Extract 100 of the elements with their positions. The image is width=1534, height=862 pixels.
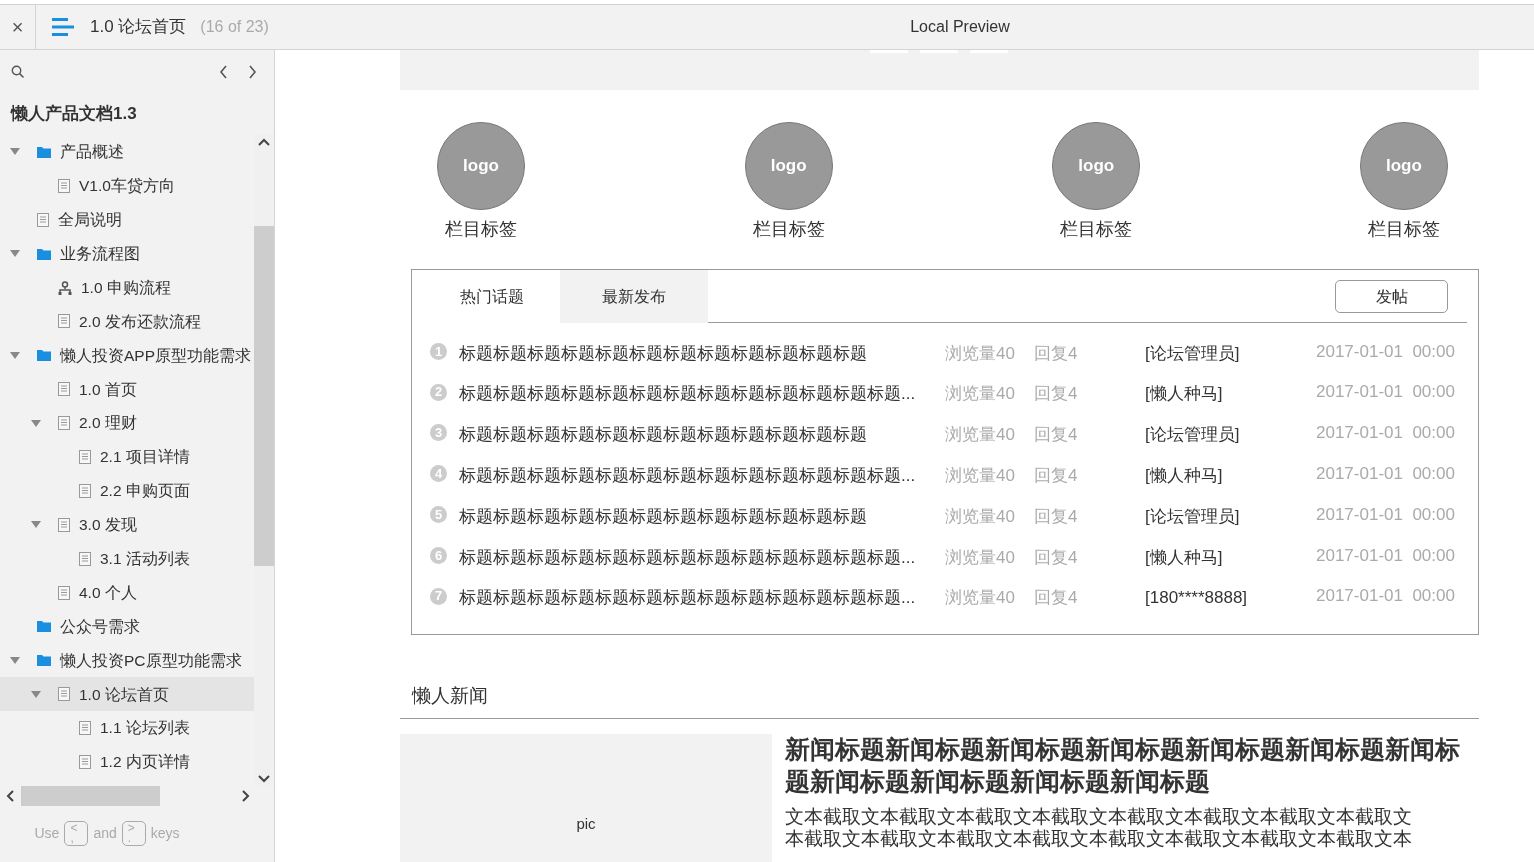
news-title[interactable]: 新闻标题新闻标题新闻标题新闻标题新闻标题新闻标题新闻标题新闻标题新闻标题新闻标题新闻标题 [785,734,1465,798]
view-count: 浏览量40 [945,465,1016,488]
post-time: 2017-01-01 00:00 [1316,340,1455,363]
author-name[interactable]: [论坛管理员] [1145,422,1316,448]
view-count: 浏览量40 [945,383,1016,406]
reply-count: 回复4 [1034,505,1079,528]
tree-item[interactable]: 4.0 个人 [0,575,254,610]
folder-icon [37,654,51,667]
scroll-left-icon[interactable] [6,790,14,802]
tree-item[interactable]: 1.0 申购流程 [0,270,254,305]
preview-title: Local Preview [910,17,1010,37]
post-time: 2017-01-01 00:00 [1316,503,1455,526]
view-count: 浏览量40 [945,424,1016,447]
keyboard-hint: Use [34,823,60,843]
project-title: 懒人产品文档1.3 [11,103,137,126]
tree-item[interactable]: 2.1 项目详情 [0,440,254,474]
scrollbar-thumb[interactable] [21,786,160,806]
page-icon [79,449,91,464]
post-time: 2017-01-01 00:00 [1316,381,1455,404]
menu-icon[interactable] [52,18,74,36]
tree-item[interactable]: V1.0车贷方向 [0,168,254,203]
page-icon [58,382,70,397]
reply-count: 回复4 [1034,383,1079,406]
author-name[interactable]: [懒人种马] [1145,544,1316,571]
tree-item[interactable]: 产品概述 [0,135,254,169]
tree-item[interactable]: 3.0 发现 [0,507,254,542]
author-name[interactable]: [论坛管理员] [1145,340,1316,367]
previous-page-icon[interactable] [219,65,228,79]
page-icon [58,416,70,431]
post-time: 2017-01-01 00:00 [1316,585,1455,608]
post-title[interactable]: 标题标题标题标题标题标题标题标题标题标题标题标题标题... [459,585,945,611]
image-label: pic [576,813,596,834]
page-icon [58,178,70,193]
tab[interactable]: 最新发布 [560,270,708,323]
tree-item[interactable]: 2.0 发布还款流程 [0,304,254,339]
page-icon [79,483,91,498]
author-name[interactable]: [懒人种马] [1145,381,1316,407]
tree-item[interactable]: 1.1 论坛列表 [0,711,254,746]
page-title: 1.0 论坛首页 [90,16,187,39]
page-icon [58,585,70,600]
expand-arrow-icon [31,419,41,427]
news-excerpt: 文本截取文本截取文本截取文本截取文本截取文本截取文本截取文本截取文本截取文本截取文本截取文本截取文本截取文本截取文本截取文本截取文本 [785,806,1413,850]
post-title[interactable]: 标题标题标题标题标题标题标题标题标题标题标题标题 [459,340,945,367]
category-label[interactable]: 栏目标签 [752,216,825,243]
tree-item[interactable]: 1.2 内页详情 [0,745,254,779]
page-icon [58,314,70,329]
close-button[interactable]: × [0,5,36,49]
keyboard-hint: and [93,823,117,843]
tree-item[interactable]: 懒人投资PC原型功能需求 [0,643,254,678]
post-title[interactable]: 标题标题标题标题标题标题标题标题标题标题标题标题标题... [459,544,945,571]
page-icon [58,517,70,532]
expand-arrow-icon [10,656,20,664]
post-time: 2017-01-01 00:00 [1316,544,1455,567]
tree-item[interactable]: 懒人投资APP原型功能需求 [0,338,254,373]
tree-item[interactable]: 2.0 理财 [0,406,254,440]
author-name[interactable]: [懒人种马] [1145,463,1316,489]
reply-count: 回复4 [1034,342,1079,365]
folder-icon [37,247,51,260]
post-title[interactable]: 标题标题标题标题标题标题标题标题标题标题标题标题 [459,422,945,448]
tree-item[interactable]: 2.2 申购页面 [0,473,254,508]
keyboard-key: < , [64,820,89,846]
scroll-down-icon[interactable] [258,775,270,783]
post-title[interactable]: 标题标题标题标题标题标题标题标题标题标题标题标题标题... [459,381,945,407]
view-count: 浏览量40 [945,546,1016,569]
search-icon[interactable] [11,65,25,79]
tree-item[interactable]: 公众号需求 [0,609,254,644]
page-counter: (16 of 23) [200,17,269,37]
post-title[interactable]: 标题标题标题标题标题标题标题标题标题标题标题标题标题... [459,463,945,489]
tree-item[interactable]: 3.1 活动列表 [0,541,254,576]
next-page-icon[interactable] [248,65,257,79]
view-count: 浏览量40 [945,587,1016,610]
post-title[interactable]: 标题标题标题标题标题标题标题标题标题标题标题标题 [459,503,945,530]
page-icon [58,687,70,702]
category-label[interactable]: 栏目标签 [1367,216,1440,243]
page-icon [79,551,91,566]
reply-count: 回复4 [1034,465,1079,488]
folder-icon [37,620,51,633]
reply-count: 回复4 [1034,546,1079,569]
expand-arrow-icon [10,148,20,156]
tree-item[interactable]: 全局说明 [0,202,254,237]
scroll-up-icon[interactable] [258,138,270,146]
scrollbar-thumb[interactable] [254,226,274,566]
keyboard-hint: keys [150,823,180,843]
author-name[interactable]: [论坛管理员] [1145,503,1316,530]
page-icon [79,721,91,736]
scroll-right-icon[interactable] [242,790,250,802]
tree-item[interactable]: 1.0 首页 [0,372,254,407]
page-icon [37,212,49,227]
author-name[interactable]: [180****8888] [1145,585,1316,611]
expand-arrow-icon [31,521,41,529]
category-label[interactable]: 栏目标签 [445,216,517,243]
view-count: 浏览量40 [945,505,1016,528]
category-label[interactable]: 栏目标签 [1060,216,1133,243]
tree-item[interactable]: 1.0 论坛首页 [0,677,254,712]
flowchart-icon [58,280,72,295]
post-time: 2017-01-01 00:00 [1316,422,1455,445]
post-button[interactable]: 发帖 [1335,280,1448,313]
reply-count: 回复4 [1034,587,1079,610]
section-heading: 懒人新闻 [412,684,488,709]
tree-item[interactable]: 业务流程图 [0,236,254,271]
